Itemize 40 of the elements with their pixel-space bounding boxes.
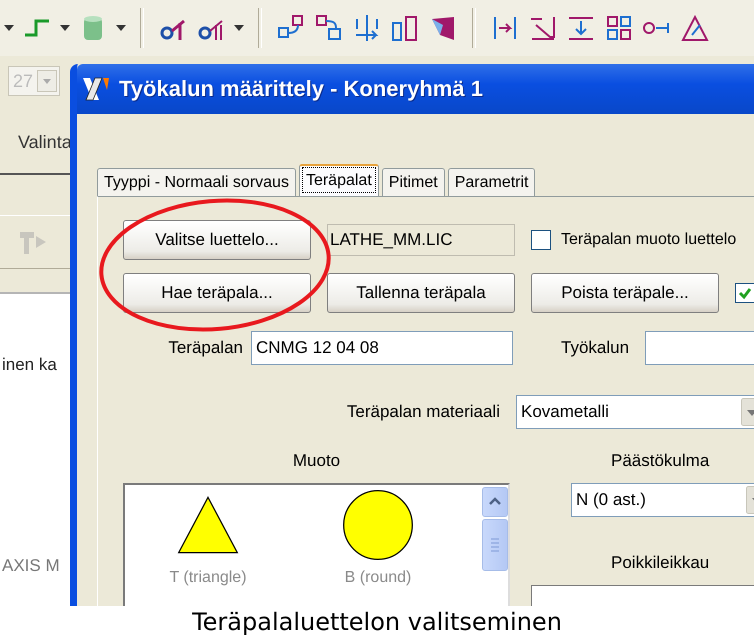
material-dropdown[interactable]: Kovametalli [516,395,754,429]
tab[interactable]: Parametrit [448,168,536,196]
tab-label[interactable]: Valinta [18,132,72,153]
list-text: AXIS M [2,556,60,576]
tab[interactable]: Pitimet [382,168,445,196]
tab[interactable]: Teräpalat [298,164,379,196]
checkbox-label: Teräpalan muoto luettelo [561,231,736,249]
field-label: Työkalun [561,338,630,358]
checkbox[interactable] [531,230,551,250]
figure-caption: Teräpalaluettelon valitseminen [191,608,563,636]
field-label: Teräpalan [167,338,243,358]
insert-name-field[interactable]: CNMG 12 04 08 [251,331,513,365]
checkbox[interactable] [735,283,754,303]
scroll-thumb[interactable] [482,519,508,571]
action-button[interactable]: Poista teräpale... [531,273,719,313]
window-title: Työkalun määrittely - Koneryhmä 1 [119,76,483,102]
action-button[interactable]: Hae teräpala... [123,273,311,313]
dropdown-value: Kovametalli [521,402,609,422]
section-heading: Muoto [292,451,340,471]
caret-icon[interactable] [116,25,126,31]
field-label: Teräpalan materiaali [346,402,500,422]
field-value: 27 [13,70,34,92]
dropdown-value: N (0 ast.) [576,490,646,510]
section-heading: Poikkileikkau [611,553,710,573]
grid-squares-icon[interactable] [604,13,634,43]
section-heading: Päästökulma [611,451,710,471]
action-button[interactable]: Tallenna teräpala [327,273,515,313]
rectangles-icon[interactable] [390,13,420,43]
tool-name-field[interactable] [645,331,754,365]
caret-icon[interactable] [4,25,14,31]
tab[interactable]: Tyyppi - Normaali sorvaus [97,168,296,196]
list-text: inen ka [2,355,57,375]
file-name-field: LATHE_MM.LIC [327,224,515,256]
squares-arrow-icon[interactable] [314,13,344,43]
round-shape-icon[interactable] [342,489,414,561]
caret-icon[interactable] [60,25,70,31]
triangle-arrow-icon[interactable] [680,13,710,43]
caret-icon[interactable] [234,25,244,31]
select-catalog-button[interactable]: Valitse luettelo... [123,220,311,260]
clearance-dropdown[interactable]: N (0 ast.) [571,483,754,517]
